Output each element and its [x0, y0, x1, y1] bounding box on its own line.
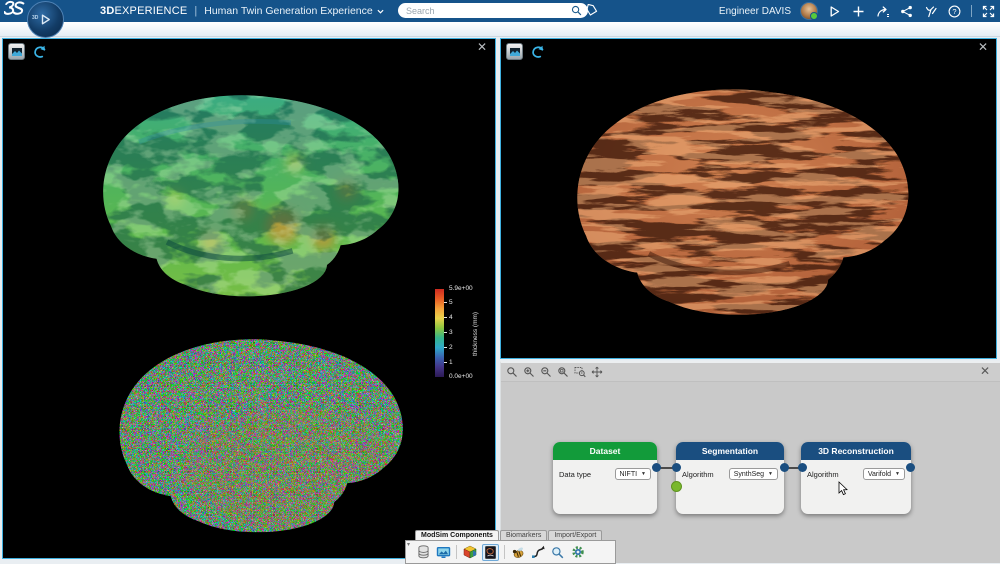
viewport-corner-tools — [506, 43, 545, 60]
share-nodes-icon[interactable] — [899, 4, 914, 19]
share-arrow-icon[interactable] — [875, 4, 890, 19]
close-icon[interactable]: ✕ — [980, 365, 990, 377]
close-icon[interactable]: ✕ — [477, 41, 487, 53]
cube-icon[interactable] — [462, 545, 477, 560]
dock-toolbar: ▾ — [405, 540, 616, 564]
cortical-thickness-brain[interactable] — [83, 69, 435, 319]
tab-biomarkers[interactable]: Biomarkers — [499, 530, 548, 540]
tab-import-export[interactable]: Import/Export — [548, 530, 603, 540]
dock-tabs: ModSim Components Biomarkers Import/Expo… — [415, 527, 616, 540]
compass-play-icon — [41, 14, 50, 25]
spline-icon[interactable] — [530, 545, 545, 560]
online-status-dot — [810, 12, 818, 20]
caret-down-icon: ▼ — [768, 471, 773, 477]
svg-text:?: ? — [952, 7, 956, 16]
node-header[interactable]: Segmentation — [676, 442, 784, 460]
app-title: Human Twin Generation Experience — [204, 5, 373, 17]
zoom-out-icon[interactable] — [539, 366, 552, 379]
collapse-icon[interactable]: ▾ — [407, 541, 410, 548]
search-input[interactable] — [404, 4, 571, 17]
node-dataset[interactable]: Dataset Data type NIFTI ▼ — [553, 442, 657, 514]
viewport-tractography[interactable]: ✕ — [500, 38, 997, 359]
brand-divider: | — [194, 5, 198, 17]
display-icon[interactable] — [436, 545, 451, 560]
avatar[interactable] — [800, 2, 818, 20]
compass-label: 3D — [32, 15, 39, 21]
input-port[interactable] — [672, 463, 681, 472]
param-label: Algorithm — [807, 469, 839, 479]
tag-icon[interactable] — [585, 3, 598, 22]
zoom-icon[interactable] — [505, 366, 518, 379]
topbar-substrip — [0, 22, 1000, 37]
param-label: Data type — [559, 469, 592, 479]
zoom-in-icon[interactable] — [522, 366, 535, 379]
node-segmentation[interactable]: Segmentation Algorithm SynthSeg ▼ — [676, 442, 784, 514]
zoom-selection-icon[interactable] — [573, 366, 586, 379]
compass-badge[interactable]: 3D — [27, 1, 64, 38]
media-capture-icon[interactable] — [8, 43, 25, 60]
colorbar-max-label: 5.9e+00 — [449, 285, 473, 292]
brand-title: 3DEXPERIENCE — [100, 5, 188, 17]
viewport-corner-tools — [8, 43, 47, 60]
algorithm-dropdown[interactable]: SynthSeg ▼ — [728, 468, 778, 480]
toolbar-separator — [456, 545, 457, 559]
reset-view-icon[interactable] — [530, 45, 545, 59]
add-icon[interactable] — [851, 4, 866, 19]
fullscreen-icon[interactable] — [981, 4, 996, 19]
brain-panel-icon[interactable] — [482, 543, 499, 561]
zoom-fit-icon[interactable] — [556, 366, 569, 379]
datatype-dropdown[interactable]: NIFTI ▼ — [614, 468, 651, 480]
media-capture-icon[interactable] — [506, 43, 523, 60]
toolbar-separator — [504, 545, 505, 559]
database-icon[interactable] — [416, 545, 431, 560]
dassault-logo — [3, 0, 26, 22]
mouse-cursor — [838, 481, 848, 496]
topbar-separator — [971, 5, 972, 17]
tab-modsim-components[interactable]: ModSim Components — [415, 530, 499, 540]
chevron-down-icon — [377, 9, 384, 14]
pipeline-toolbar: ✕ — [501, 363, 1000, 382]
search-bar — [398, 3, 588, 18]
output-port[interactable] — [906, 463, 915, 472]
output-port[interactable] — [652, 463, 661, 472]
search-icon[interactable] — [571, 5, 582, 16]
bee-icon[interactable] — [510, 545, 525, 560]
caret-down-icon: ▼ — [895, 471, 900, 477]
node-3d-reconstruction[interactable]: 3D Reconstruction Algorithm Varifold ▼ — [801, 442, 911, 514]
colorbar-min-label: 0.0e+00 — [449, 373, 473, 380]
input-port[interactable] — [798, 463, 807, 472]
play-icon[interactable] — [827, 4, 842, 19]
topbar-actions: Engineer DAVIS ? — [719, 0, 996, 22]
viewport-thickness[interactable]: ✕ 5.9e+00 5 4 3 2 1 0.0e+00 thickness (m… — [2, 38, 496, 559]
fiber-orientation-brain[interactable] — [91, 315, 447, 553]
status-dot-green — [671, 481, 682, 492]
output-port[interactable] — [780, 463, 789, 472]
pan-icon[interactable] — [590, 366, 603, 379]
param-label: Algorithm — [682, 469, 714, 479]
application-window: 3D 3DEXPERIENCE | Human Twin Generation … — [0, 0, 1000, 564]
magnifier-icon[interactable] — [550, 545, 565, 560]
app-title-menu[interactable]: Human Twin Generation Experience — [204, 5, 384, 17]
tractography-brain[interactable] — [553, 61, 951, 339]
caret-down-icon: ▼ — [641, 471, 646, 477]
top-bar: 3D 3DEXPERIENCE | Human Twin Generation … — [0, 0, 1000, 38]
colorbar-gradient — [435, 289, 444, 377]
algorithm-dropdown[interactable]: Varifold ▼ — [862, 468, 905, 480]
colorbar-axis-label: thickness (mm) — [472, 311, 479, 357]
node-header[interactable]: Dataset — [553, 442, 657, 460]
bottom-dock: ModSim Components Biomarkers Import/Expo… — [405, 527, 616, 564]
close-icon[interactable]: ✕ — [978, 41, 988, 53]
swym-icon[interactable] — [923, 4, 938, 19]
colorbar: 5.9e+00 5 4 3 2 1 0.0e+00 thickness (mm) — [429, 282, 495, 386]
user-name[interactable]: Engineer DAVIS — [719, 6, 791, 17]
reset-view-icon[interactable] — [32, 45, 47, 59]
node-header[interactable]: 3D Reconstruction — [801, 442, 911, 460]
gear-icon[interactable] — [570, 545, 585, 560]
help-icon[interactable]: ? — [947, 4, 962, 19]
